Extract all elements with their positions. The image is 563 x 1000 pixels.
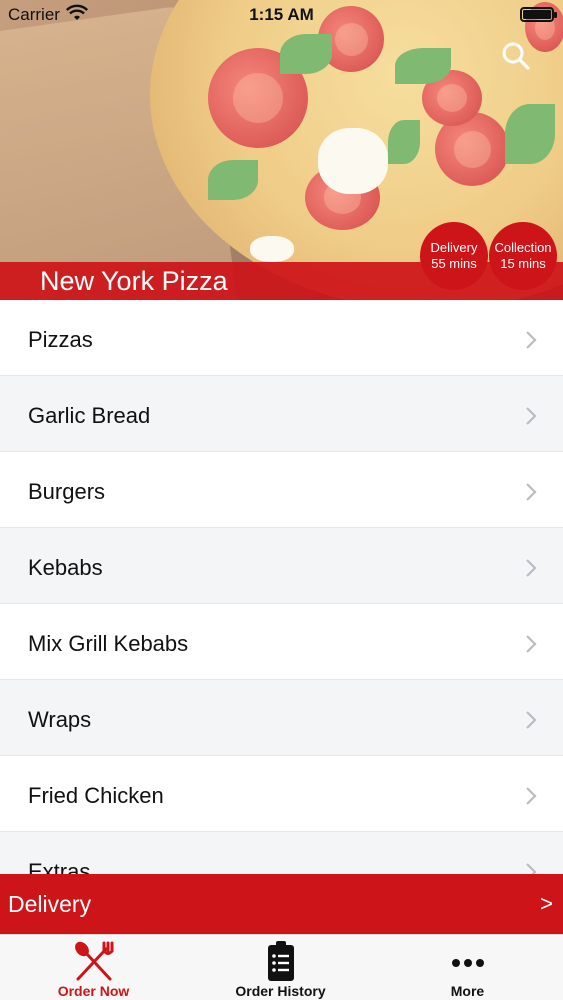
menu-item-label: Mix Grill Kebabs: [28, 631, 189, 656]
menu-item-kebabs[interactable]: Kebabs: [0, 528, 563, 604]
tab-more[interactable]: More: [374, 935, 561, 1000]
chevron-right-icon: [526, 483, 537, 501]
tab-label: More: [450, 983, 485, 999]
menu-item-garlic-bread[interactable]: Garlic Bread: [0, 376, 563, 452]
tab-order-history[interactable]: Order History: [187, 935, 374, 1000]
menu-item-label: Burgers: [28, 479, 106, 504]
chevron-right-icon: [526, 331, 537, 349]
menu-item-label: Kebabs: [28, 555, 103, 580]
clipboard-list-icon: [267, 941, 294, 981]
menu-category-list: Pizzas Garlic Bread Burgers Kebabs Mix G…: [0, 300, 563, 874]
menu-item-pizzas[interactable]: Pizzas: [0, 300, 563, 376]
menu-item-label: Fried Chicken: [28, 783, 164, 808]
delivery-time-badge: Delivery 55 mins: [420, 222, 488, 290]
status-time: 1:15 AM: [249, 5, 314, 24]
tab-label: Order Now: [57, 983, 130, 999]
menu-item-wraps[interactable]: Wraps: [0, 680, 563, 756]
collection-time-badge: Collection 15 mins: [489, 222, 557, 290]
badge-value: 55 mins: [431, 256, 477, 271]
menu-item-label: Pizzas: [28, 327, 93, 352]
battery-icon: [520, 7, 557, 22]
delivery-mode-label: Delivery: [8, 891, 92, 917]
menu-item-label: Extras: [28, 859, 91, 874]
chevron-right-icon: [526, 635, 537, 653]
more-dots-icon: [451, 959, 484, 967]
badge-label: Delivery: [430, 240, 478, 255]
chevron-right-icon: [526, 559, 537, 577]
tab-bar: Order Now Order History More: [0, 934, 563, 1000]
menu-item-label: Garlic Bread: [28, 403, 151, 428]
delivery-arrow: >: [540, 891, 553, 916]
tab-label: Order History: [235, 983, 326, 999]
fork-knife-icon: [74, 941, 113, 981]
chevron-right-icon: [526, 787, 537, 805]
menu-item-extras[interactable]: Extras: [0, 832, 563, 874]
tab-order-now[interactable]: Order Now: [0, 935, 187, 1000]
chevron-right-icon: [526, 863, 537, 874]
search-icon[interactable]: [500, 40, 532, 72]
menu-item-mix-grill-kebabs[interactable]: Mix Grill Kebabs: [0, 604, 563, 680]
menu-item-burgers[interactable]: Burgers: [0, 452, 563, 528]
menu-item-fried-chicken[interactable]: Fried Chicken: [0, 756, 563, 832]
chevron-right-icon: [526, 711, 537, 729]
status-bar: Carrier 1:15 AM: [0, 0, 563, 30]
badge-label: Collection: [494, 240, 552, 255]
badge-value: 15 mins: [500, 256, 546, 271]
delivery-mode-button[interactable]: Delivery >: [0, 874, 563, 934]
menu-item-label: Wraps: [28, 707, 92, 732]
restaurant-name: New York Pizza: [40, 266, 228, 296]
chevron-right-icon: [526, 407, 537, 425]
